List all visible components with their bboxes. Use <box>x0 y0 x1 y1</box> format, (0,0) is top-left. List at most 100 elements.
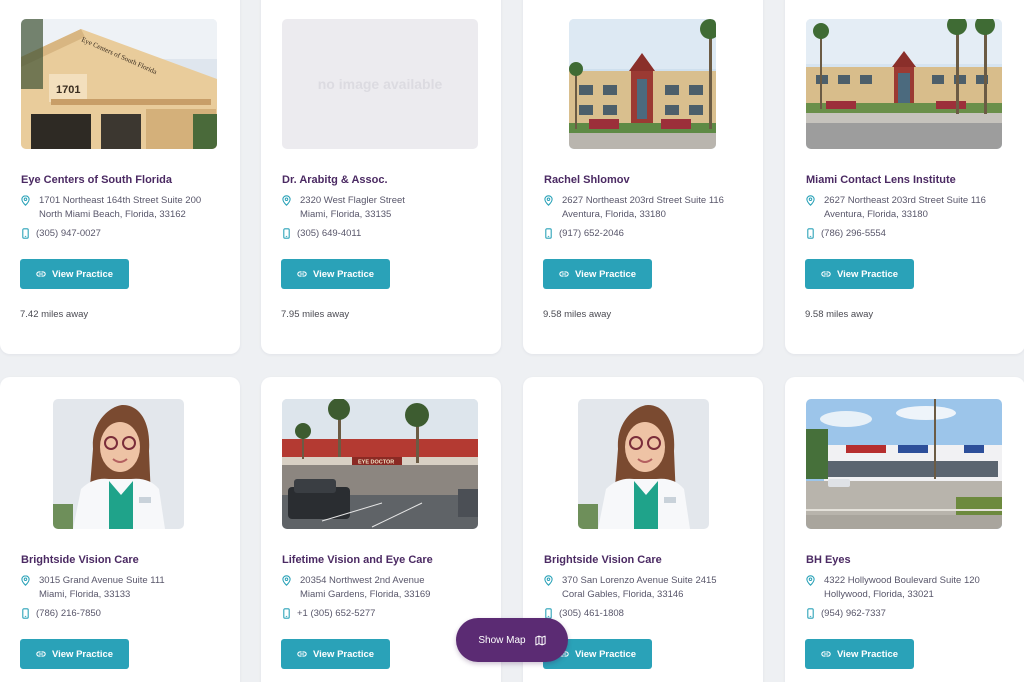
address-line-2: Miami, Florida, 33135 <box>300 208 392 220</box>
view-practice-label: View Practice <box>51 268 114 280</box>
view-practice-button[interactable]: View Practice <box>20 639 129 669</box>
practice-address: 2320 West Flagler Street Miami, Florida,… <box>282 194 405 221</box>
view-practice-button[interactable]: View Practice <box>805 639 914 669</box>
practice-name: Lifetime Vision and Eye Care <box>282 554 433 566</box>
practice-grid: 1701 Eye Centers of South Florida Eye Ce… <box>0 0 1024 682</box>
view-practice-label: View Practice <box>312 268 375 280</box>
address-line-2: Hollywood, Florida, 33021 <box>824 588 934 600</box>
phone-number[interactable]: +1 (305) 652-5277 <box>282 607 375 621</box>
no-image-placeholder: no image available <box>282 19 478 149</box>
practice-photo: EYE DOCTOR <box>282 399 478 529</box>
view-practice-label: View Practice <box>51 648 114 660</box>
practice-card: 1701 Eye Centers of South Florida Eye Ce… <box>0 0 240 354</box>
link-icon <box>36 269 46 279</box>
phone-icon <box>282 608 291 619</box>
practice-distance: 9.58 miles away <box>543 309 612 320</box>
map-pin-icon <box>282 575 291 586</box>
address-line-2: Coral Gables, Florida, 33146 <box>562 588 684 600</box>
link-icon <box>297 649 307 659</box>
phone-number[interactable]: (917) 652-2046 <box>544 227 624 241</box>
phone-number[interactable]: (786) 216-7850 <box>21 607 101 621</box>
view-practice-button[interactable]: View Practice <box>281 639 390 669</box>
show-map-button[interactable]: Show Map <box>456 618 568 662</box>
practice-card: no image available Dr. Arabitg & Assoc. … <box>261 0 501 354</box>
map-pin-icon <box>21 195 30 206</box>
practice-address: 2627 Northeast 203rd Street Suite 116 Av… <box>806 194 986 221</box>
view-practice-button[interactable]: View Practice <box>543 259 652 289</box>
phone-number[interactable]: (305) 649-4011 <box>282 227 361 241</box>
practice-phone: (917) 652-2046 <box>544 227 624 241</box>
practice-card: Rachel Shlomov 2627 Northeast 203rd Stre… <box>523 0 763 354</box>
phone-icon <box>544 228 553 239</box>
phone-icon <box>21 228 30 239</box>
address-line-1: 1701 Northeast 164th Street Suite 200 <box>39 195 202 206</box>
address-line-2: Aventura, Florida, 33180 <box>824 208 928 220</box>
practice-phone: +1 (305) 652-5277 <box>282 607 375 621</box>
doctor-photo <box>53 399 184 529</box>
phone-number[interactable]: (786) 296-5554 <box>806 227 886 241</box>
practice-phone: (786) 296-5554 <box>806 227 886 241</box>
practice-distance: 9.58 miles away <box>805 309 874 320</box>
address-line-1: 2320 West Flagler Street <box>300 195 405 206</box>
view-practice-button[interactable]: View Practice <box>805 259 914 289</box>
address-line-2: North Miami Beach, Florida, 33162 <box>39 208 186 220</box>
practice-card: Miami Contact Lens Institute 2627 Northe… <box>785 0 1024 354</box>
practice-address: 4322 Hollywood Boulevard Suite 120 Holly… <box>806 574 980 601</box>
practice-address: 2627 Northeast 203rd Street Suite 116 Av… <box>544 194 724 221</box>
placeholder-text: no image available <box>317 76 443 92</box>
building-number: 1701 <box>56 84 80 96</box>
view-practice-label: View Practice <box>312 648 375 660</box>
practice-address: 1701 Northeast 164th Street Suite 200 No… <box>21 194 201 221</box>
doctor-photo <box>578 399 709 529</box>
practice-name: Eye Centers of South Florida <box>21 174 172 186</box>
practice-card: Brightside Vision Care 3015 Grand Avenue… <box>0 377 240 682</box>
view-practice-label: View Practice <box>574 648 637 660</box>
practice-address: 3015 Grand Avenue Suite 111 Miami, Flori… <box>21 574 165 601</box>
practice-distance: 7.95 miles away <box>281 309 350 320</box>
address-line-2: Miami, Florida, 33133 <box>39 588 131 600</box>
phone-number[interactable]: (954) 962-7337 <box>806 607 886 621</box>
practice-phone: (954) 962-7337 <box>806 607 886 621</box>
phone-icon <box>806 608 815 619</box>
practice-name: Brightside Vision Care <box>544 554 662 566</box>
map-pin-icon <box>282 195 291 206</box>
practice-distance: 7.42 miles away <box>20 309 89 320</box>
storefront-sign: EYE DOCTOR <box>358 460 394 466</box>
view-practice-label: View Practice <box>574 268 637 280</box>
map-icon <box>535 635 546 646</box>
practice-phone: (305) 461-1808 <box>544 607 624 621</box>
practice-photo: 1701 Eye Centers of South Florida <box>21 19 217 149</box>
map-pin-icon <box>21 575 30 586</box>
show-map-label: Show Map <box>478 634 526 646</box>
view-practice-label: View Practice <box>836 648 899 660</box>
practice-name: Rachel Shlomov <box>544 174 630 186</box>
link-icon <box>297 269 307 279</box>
phone-number[interactable]: (305) 947-0027 <box>21 227 101 241</box>
phone-number[interactable]: (305) 461-1808 <box>544 607 624 621</box>
link-icon <box>36 649 46 659</box>
practice-address: 370 San Lorenzo Avenue Suite 2415 Coral … <box>544 574 717 601</box>
address-line-1: 2627 Northeast 203rd Street Suite 116 <box>562 195 724 206</box>
address-line-1: 4322 Hollywood Boulevard Suite 120 <box>824 575 980 586</box>
practice-photo <box>806 19 1002 149</box>
view-practice-label: View Practice <box>836 268 899 280</box>
practice-name: Dr. Arabitg & Assoc. <box>282 174 388 186</box>
practice-address: 20354 Northwest 2nd Avenue Miami Gardens… <box>282 574 430 601</box>
address-line-1: 370 San Lorenzo Avenue Suite 2415 <box>562 575 717 586</box>
map-pin-icon <box>806 195 815 206</box>
link-icon <box>559 269 569 279</box>
practice-card: BH Eyes 4322 Hollywood Boulevard Suite 1… <box>785 377 1024 682</box>
link-icon <box>821 649 831 659</box>
map-pin-icon <box>544 575 553 586</box>
address-line-2: Aventura, Florida, 33180 <box>562 208 666 220</box>
map-pin-icon <box>806 575 815 586</box>
practice-phone: (786) 216-7850 <box>21 607 101 621</box>
view-practice-button[interactable]: View Practice <box>20 259 129 289</box>
address-line-1: 20354 Northwest 2nd Avenue <box>300 575 425 586</box>
address-line-2: Miami Gardens, Florida, 33169 <box>300 588 431 600</box>
address-line-1: 3015 Grand Avenue Suite 111 <box>39 575 165 586</box>
map-pin-icon <box>544 195 553 206</box>
link-icon <box>821 269 831 279</box>
practice-phone: (305) 947-0027 <box>21 227 101 241</box>
view-practice-button[interactable]: View Practice <box>281 259 390 289</box>
